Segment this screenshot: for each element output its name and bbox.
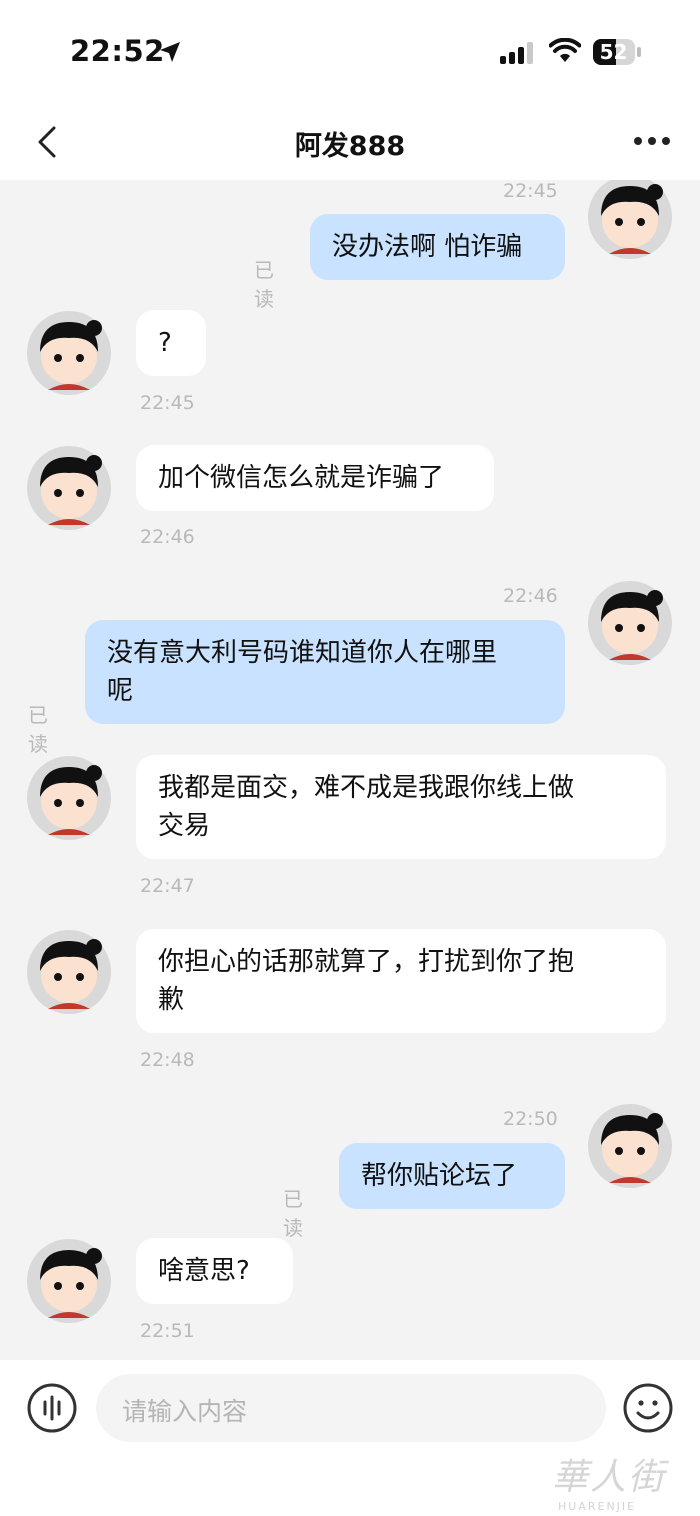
message-timestamp: 22:46 [503,585,558,607]
message-timestamp: 22:46 [140,526,195,548]
message-bubble[interactable]: 你担心的话那就算了，打扰到你了抱 歉 [136,929,666,1033]
read-status: 已读 [254,258,274,311]
message-bubble[interactable]: 没有意大利号码谁知道你人在哪里 呢 [85,620,565,724]
message-text: 帮你贴论坛了 [361,1161,518,1191]
message-timestamp: 22:47 [140,875,195,897]
my-avatar[interactable] [587,180,673,260]
contact-avatar[interactable] [26,1238,112,1324]
message-bubble[interactable]: ? [136,310,206,376]
message-input[interactable]: 请输入内容 [96,1374,606,1442]
wifi-icon [549,38,581,62]
battery-level: 52 [599,40,628,64]
message-bubble[interactable]: 没办法啊 怕诈骗 [310,214,565,280]
message-text: 啥意思? [158,1256,250,1286]
read-status: 已读 [283,1187,303,1240]
message-text-line: 交易 [158,811,211,841]
message-bubble[interactable]: 帮你贴论坛了 [339,1143,565,1209]
read-status: 已读 [28,703,48,756]
message-bubble[interactable]: 啥意思? [136,1238,293,1304]
message-text: 加个微信怎么就是诈骗了 [158,463,445,493]
message-timestamp: 22:45 [140,392,195,414]
message-timestamp: 22:50 [503,1108,558,1130]
message-text-line: 歉 [158,985,185,1015]
more-options-icon[interactable] [628,126,676,156]
chat-title: 阿发888 [294,131,406,162]
emoji-icon[interactable] [622,1382,674,1434]
contact-avatar[interactable] [26,445,112,531]
message-text: ? [158,328,172,358]
my-avatar[interactable] [587,580,673,666]
message-bubble[interactable]: 加个微信怎么就是诈骗了 [136,445,494,511]
message-text-line: 你担心的话那就算了，打扰到你了抱 [158,947,575,977]
voice-input-icon[interactable] [26,1382,78,1434]
message-timestamp: 22:48 [140,1049,195,1071]
battery-icon: 52 [592,38,642,70]
watermark-subtext: HUARENJIE [558,1500,637,1513]
contact-avatar[interactable] [26,929,112,1015]
contact-avatar[interactable] [26,755,112,841]
message-text-line: 呢 [107,676,134,706]
message-bubble[interactable]: 我都是面交，难不成是我跟你线上做 交易 [136,755,666,859]
watermark: 華人街 HUARENJIE [552,1448,692,1513]
message-text-line: 没有意大利号码谁知道你人在哪里 [107,638,498,668]
message-list[interactable]: 22:45 没办法啊 怕诈骗 已读 ? 22:45 加个微信怎么就是诈骗了 22… [0,180,700,1360]
status-time: 22:52 [70,34,165,68]
message-text: 没办法啊 怕诈骗 [332,232,523,262]
my-avatar[interactable] [587,1103,673,1189]
chat-header: 阿发888 [0,100,700,180]
location-arrow-icon [160,42,180,62]
cellular-signal-icon [500,42,533,64]
message-timestamp: 22:45 [503,180,558,202]
contact-avatar[interactable] [26,310,112,396]
watermark-text: 華人街 [552,1457,667,1498]
message-text-line: 我都是面交，难不成是我跟你线上做 [158,773,575,803]
message-input-placeholder: 请输入内容 [122,1397,248,1426]
message-timestamp: 22:51 [140,1320,195,1342]
status-bar: 22:52 52 [0,0,700,100]
